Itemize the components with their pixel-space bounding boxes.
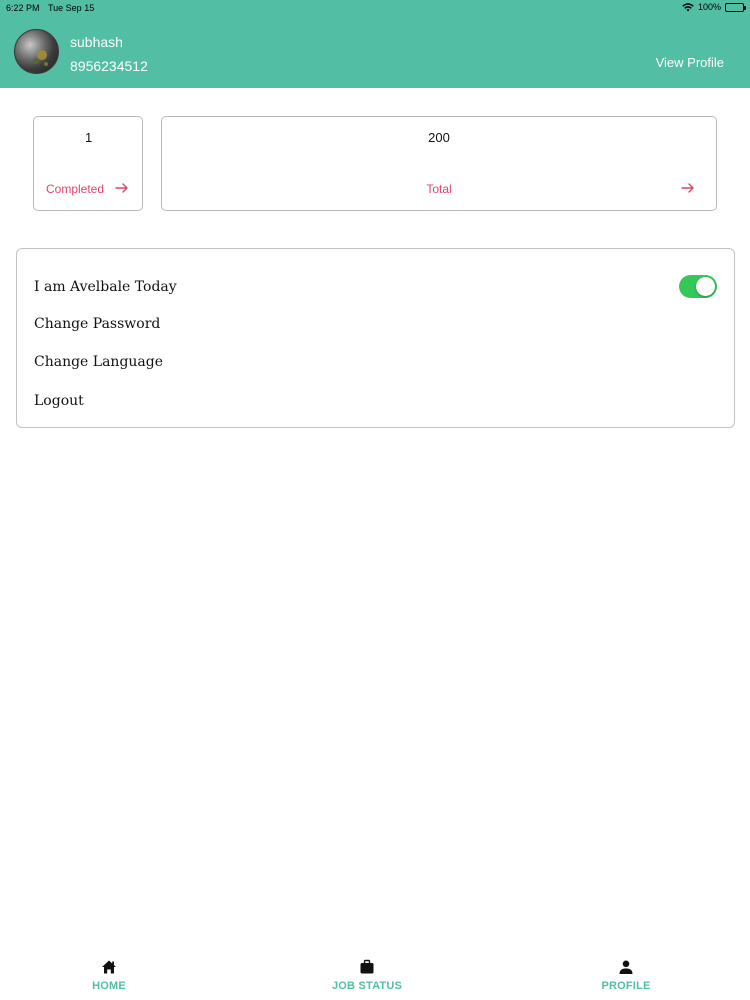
completed-card[interactable]: 1 Completed bbox=[33, 116, 143, 211]
arrow-right-icon bbox=[115, 183, 128, 193]
total-count: 200 bbox=[428, 130, 450, 145]
availability-toggle[interactable] bbox=[679, 275, 717, 298]
wifi-icon bbox=[682, 2, 694, 11]
avatar[interactable] bbox=[14, 29, 59, 74]
tab-job-status[interactable]: JOB STATUS bbox=[307, 959, 427, 992]
completed-count: 1 bbox=[85, 130, 93, 145]
arrow-right-icon bbox=[681, 183, 694, 193]
tab-profile-label: PROFILE bbox=[601, 980, 651, 992]
status-indicators: 100% bbox=[682, 2, 746, 12]
total-card[interactable]: 200 Total bbox=[161, 116, 717, 211]
home-icon bbox=[102, 960, 116, 974]
user-phone: 8956234512 bbox=[70, 58, 148, 74]
settings-card: I am Avelbale Today Change Password Chan… bbox=[16, 248, 735, 428]
availability-label: I am Avelbale Today bbox=[34, 279, 177, 295]
tab-bar: HOME JOB STATUS PROFILE bbox=[0, 950, 750, 1000]
user-name: subhash bbox=[70, 34, 123, 50]
tab-home[interactable]: HOME bbox=[49, 959, 169, 992]
change-password-item[interactable]: Change Password bbox=[34, 316, 160, 332]
battery-icon bbox=[725, 2, 746, 12]
completed-label: Completed bbox=[46, 182, 105, 196]
person-icon bbox=[619, 960, 633, 974]
tab-home-label: HOME bbox=[92, 980, 126, 992]
total-label: Total bbox=[426, 182, 452, 196]
change-language-item[interactable]: Change Language bbox=[34, 354, 163, 370]
toggle-knob bbox=[696, 277, 715, 296]
logout-item[interactable]: Logout bbox=[34, 393, 84, 409]
briefcase-icon bbox=[360, 959, 374, 974]
status-bar: 6:22 PM Tue Sep 15 100% bbox=[0, 0, 750, 16]
avatar-photo bbox=[37, 50, 47, 60]
tab-job-status-label: JOB STATUS bbox=[331, 980, 403, 992]
tab-profile[interactable]: PROFILE bbox=[566, 959, 686, 992]
battery-percent: 100% bbox=[697, 2, 721, 12]
profile-header: 6:22 PM Tue Sep 15 100% subhash 89562345… bbox=[0, 0, 750, 88]
status-time: 6:22 PM bbox=[6, 3, 40, 13]
status-date: Tue Sep 15 bbox=[48, 3, 95, 13]
view-profile-link[interactable]: View Profile bbox=[656, 55, 724, 70]
